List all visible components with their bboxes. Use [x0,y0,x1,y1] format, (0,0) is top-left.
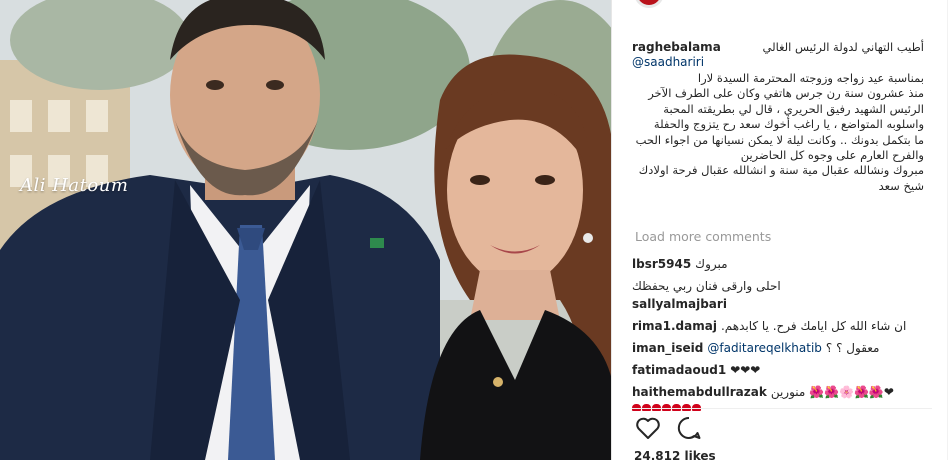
comment-username[interactable]: rima1.damaj [632,319,717,333]
comment-text: احلى وارقى فنان ربي يحفظك [632,279,781,293]
caption-mention[interactable]: @saadhariri [632,55,924,71]
caption-line-3: بمناسبة عيد زواجه وزوجته المحترمة السيدة… [697,71,924,85]
photo-watermark: Ali Hatoum [20,175,129,196]
comment-button[interactable] [675,414,705,444]
scrollbar-track[interactable] [947,0,948,460]
caption-line-10: شيخ سعد [878,178,924,193]
comment-mention[interactable]: @faditareqelkhatib [707,341,822,355]
caption-line-9: مبروك ونشالله عقبال مية سنة و انشالله عق… [638,163,924,178]
author-avatar[interactable] [634,0,664,8]
caption-line-4: منذ عشرون سنة رن جرس هاتفي وكان على الطر… [648,86,924,101]
actions-divider [632,408,932,409]
comment-username[interactable]: sallyalmajbari [632,297,727,311]
comment-text: ❤❤❤ [730,363,761,377]
caption-line-7: ما بتكمل بدونك .. وكانت ليلة لا يمكن نسي… [635,132,924,147]
comment-text: مبروك [695,257,728,271]
caption-line-8: والفرح العارم على وجوه كل الحاضرين [740,148,924,163]
comment-item: lbsr5945 مبروك [632,253,932,275]
comments-list: lbsr5945 مبروك احلى وارقى فنان ربي يحفظك … [632,253,932,403]
comment-item: fatimadaoud1 ❤❤❤ [632,359,932,381]
caption-line-1: أطيب التهاني لدولة الرئيس الغالي [762,40,924,54]
comment-bubble-icon [677,416,701,439]
comment-username[interactable]: iman_iseid [632,341,703,355]
comment-item: rima1.damaj .ان شاء الله كل ايامك فرح. يا… [632,315,932,337]
post-caption: raghebalama أطيب التهاني لدولة الرئيس ال… [632,40,924,194]
comment-username[interactable]: fatimadaoud1 [632,363,726,377]
caption-username[interactable]: raghebalama [632,40,721,54]
comment-item: iman_iseid @faditareqelkhatib معقول ؟ ؟ [632,337,932,359]
likes-count[interactable]: 24,812 likes [634,449,716,460]
heart-outline-icon [636,417,660,439]
comment-text: معقول ؟ ؟ [825,341,880,355]
comment-text: منورين 🌺🌺🌸🌺🌺❤ [770,385,894,399]
load-more-comments-link[interactable]: Load more comments [635,229,771,244]
comment-text: .ان شاء الله كل ايامك فرح. يا كابدهم [720,319,907,333]
post-photo: Ali Hatoum [0,0,612,460]
comment-item: sallyalmajbari [632,293,932,315]
couple-photo-illustration [0,0,612,460]
post-actions [634,414,711,444]
like-button[interactable] [634,414,664,444]
comment-username[interactable]: lbsr5945 [632,257,691,271]
caption-line-5: الرئيس الشهيد رفيق الحريري ، قال لي بطري… [663,101,924,116]
post-side-panel: raghebalama أطيب التهاني لدولة الرئيس ال… [612,0,950,460]
overflow-hearts-row [632,396,702,411]
caption-line-6: واسلوبه المتواضع ، يا راغب أخوك سعد رح ي… [653,117,924,132]
